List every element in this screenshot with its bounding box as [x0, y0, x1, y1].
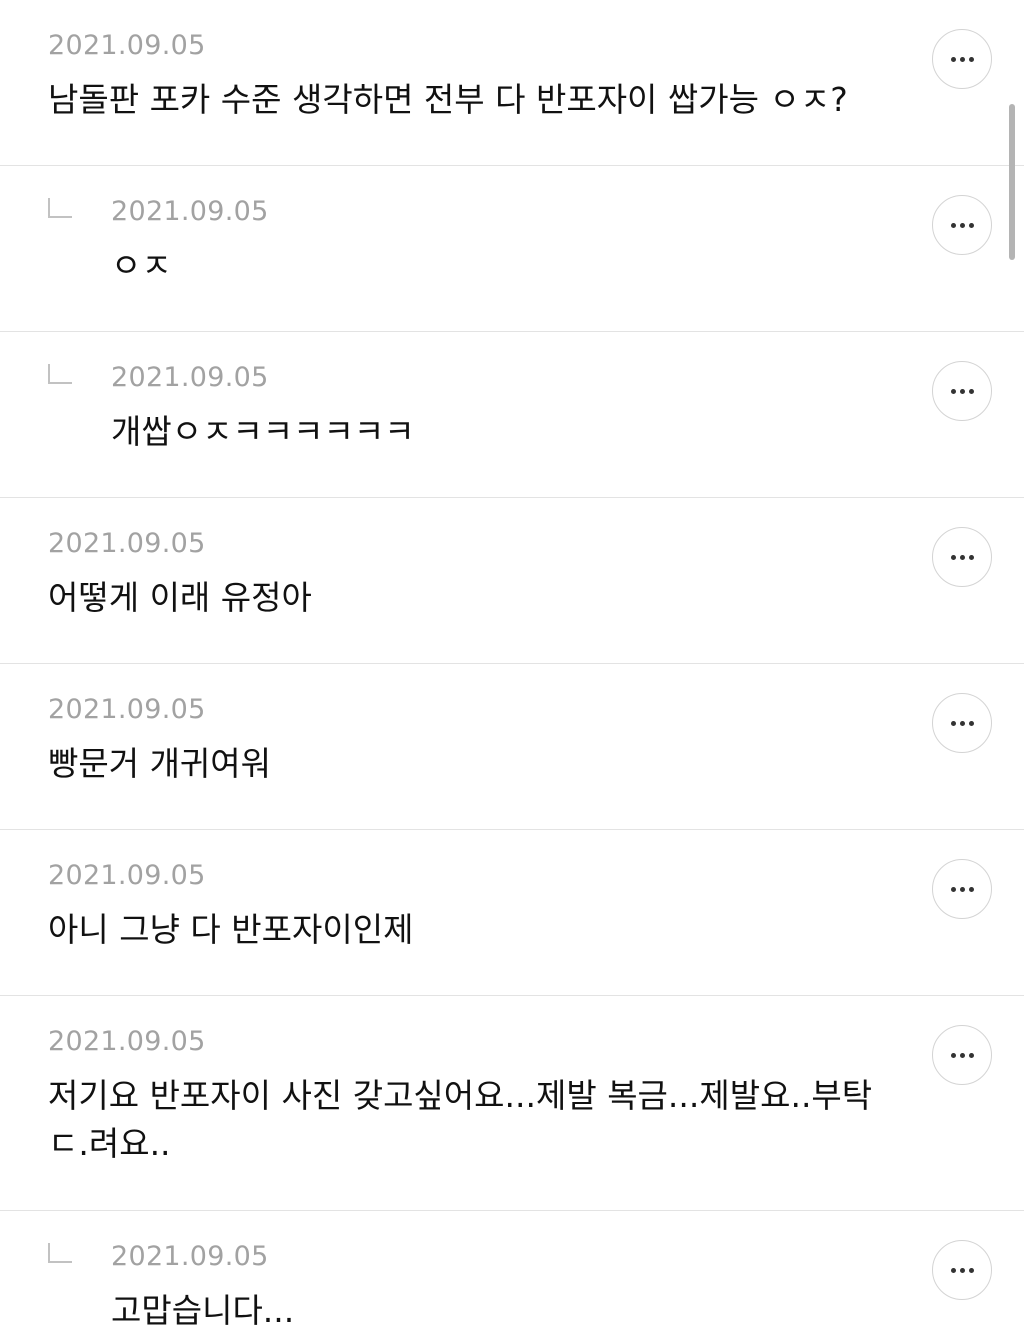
reply-item: 2021.09.05 개쌉ㅇㅈㅋㅋㅋㅋㅋㅋ	[0, 332, 1024, 498]
more-dots-icon	[950, 388, 974, 394]
comment-item: 2021.09.05 아니 그냥 다 반포자이인제	[0, 830, 1024, 996]
comment-date: 2021.09.05	[48, 1026, 206, 1057]
comment-text: 어떻게 이래 유정아	[48, 578, 312, 617]
comment-text: 개쌉ㅇㅈㅋㅋㅋㅋㅋㅋ	[111, 412, 415, 451]
comment-date: 2021.09.05	[48, 30, 206, 61]
more-options-button[interactable]	[932, 1240, 992, 1300]
comment-date: 2021.09.05	[111, 1241, 269, 1272]
comment-item: 2021.09.05 남돌판 포카 수준 생각하면 전부 다 반포자이 쌉가능 …	[0, 0, 1024, 166]
comment-text: 저기요 반포자이 사진 갖고싶어요...제발 복금...제발요..부탁ㄷ.려요.…	[48, 1076, 873, 1163]
comment-item: 2021.09.05 어떻게 이래 유정아	[0, 498, 1024, 664]
more-dots-icon	[950, 56, 974, 62]
more-dots-icon	[950, 554, 974, 560]
comment-item: 2021.09.05 빵문거 개귀여워	[0, 664, 1024, 830]
more-dots-icon	[950, 1267, 974, 1273]
more-dots-icon	[950, 720, 974, 726]
comment-text: ㅇㅈ	[111, 246, 172, 285]
more-options-button[interactable]	[932, 527, 992, 587]
comment-text: 빵문거 개귀여워	[48, 744, 272, 783]
more-dots-icon	[950, 886, 974, 892]
reply-item: 2021.09.05 ㅇㅈ	[0, 166, 1024, 332]
comment-date: 2021.09.05	[48, 528, 206, 559]
comment-list[interactable]: 2021.09.05 남돌판 포카 수준 생각하면 전부 다 반포자이 쌉가능 …	[0, 0, 1024, 1336]
more-dots-icon	[950, 222, 974, 228]
comment-date: 2021.09.05	[48, 694, 206, 725]
reply-item: 2021.09.05 고맙습니다...	[0, 1211, 1024, 1336]
more-options-button[interactable]	[932, 693, 992, 753]
more-options-button[interactable]	[932, 29, 992, 89]
more-options-button[interactable]	[932, 195, 992, 255]
more-options-button[interactable]	[932, 1025, 992, 1085]
comment-date: 2021.09.05	[111, 196, 269, 227]
comment-text: 고맙습니다...	[111, 1291, 295, 1330]
reply-corner-icon	[48, 198, 72, 218]
comment-item: 2021.09.05 저기요 반포자이 사진 갖고싶어요...제발 복금...제…	[0, 996, 1024, 1211]
more-options-button[interactable]	[932, 859, 992, 919]
comment-date: 2021.09.05	[48, 860, 206, 891]
more-options-button[interactable]	[932, 361, 992, 421]
reply-corner-icon	[48, 1243, 72, 1263]
comment-text: 아니 그냥 다 반포자이인제	[48, 910, 414, 949]
scrollbar[interactable]	[1009, 104, 1015, 260]
comment-date: 2021.09.05	[111, 362, 269, 393]
comment-text: 남돌판 포카 수준 생각하면 전부 다 반포자이 쌉가능 ㅇㅈ?	[48, 80, 848, 119]
more-dots-icon	[950, 1052, 974, 1058]
reply-corner-icon	[48, 364, 72, 384]
